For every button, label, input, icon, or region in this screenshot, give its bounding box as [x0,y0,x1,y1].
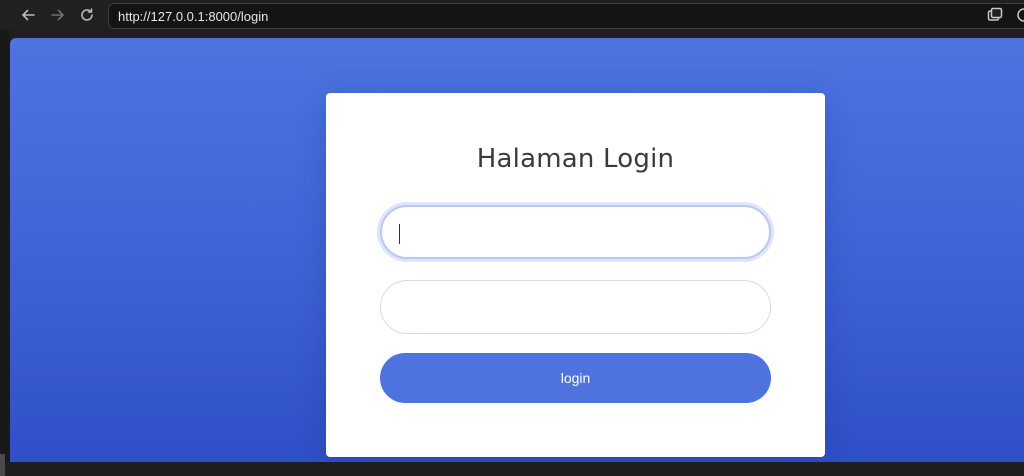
username-input[interactable] [380,205,771,259]
page-title: Halaman Login [476,144,675,174]
page-viewport: Halaman Login login [10,38,1024,462]
side-strip [0,30,10,476]
login-card: Halaman Login login [326,93,825,457]
scroll-handle[interactable] [0,454,5,476]
circle-icon [1017,8,1024,22]
address-bar[interactable]: http://127.0.0.1:8000/login [108,3,1024,29]
tabs-icon [987,7,1003,21]
text-caret [399,224,400,244]
extensions-button[interactable] [1014,5,1024,25]
browser-toolbar: http://127.0.0.1:8000/login [0,0,1024,30]
arrow-left-icon [22,9,35,21]
address-url: http://127.0.0.1:8000/login [118,9,269,24]
password-input[interactable] [380,280,771,334]
arrow-right-icon [51,9,64,21]
tab-actions-button[interactable] [985,5,1005,25]
login-button[interactable]: login [380,353,771,403]
reload-icon [81,8,93,21]
reload-button[interactable] [77,5,97,25]
forward-button[interactable] [48,5,68,25]
back-button[interactable] [18,5,38,25]
